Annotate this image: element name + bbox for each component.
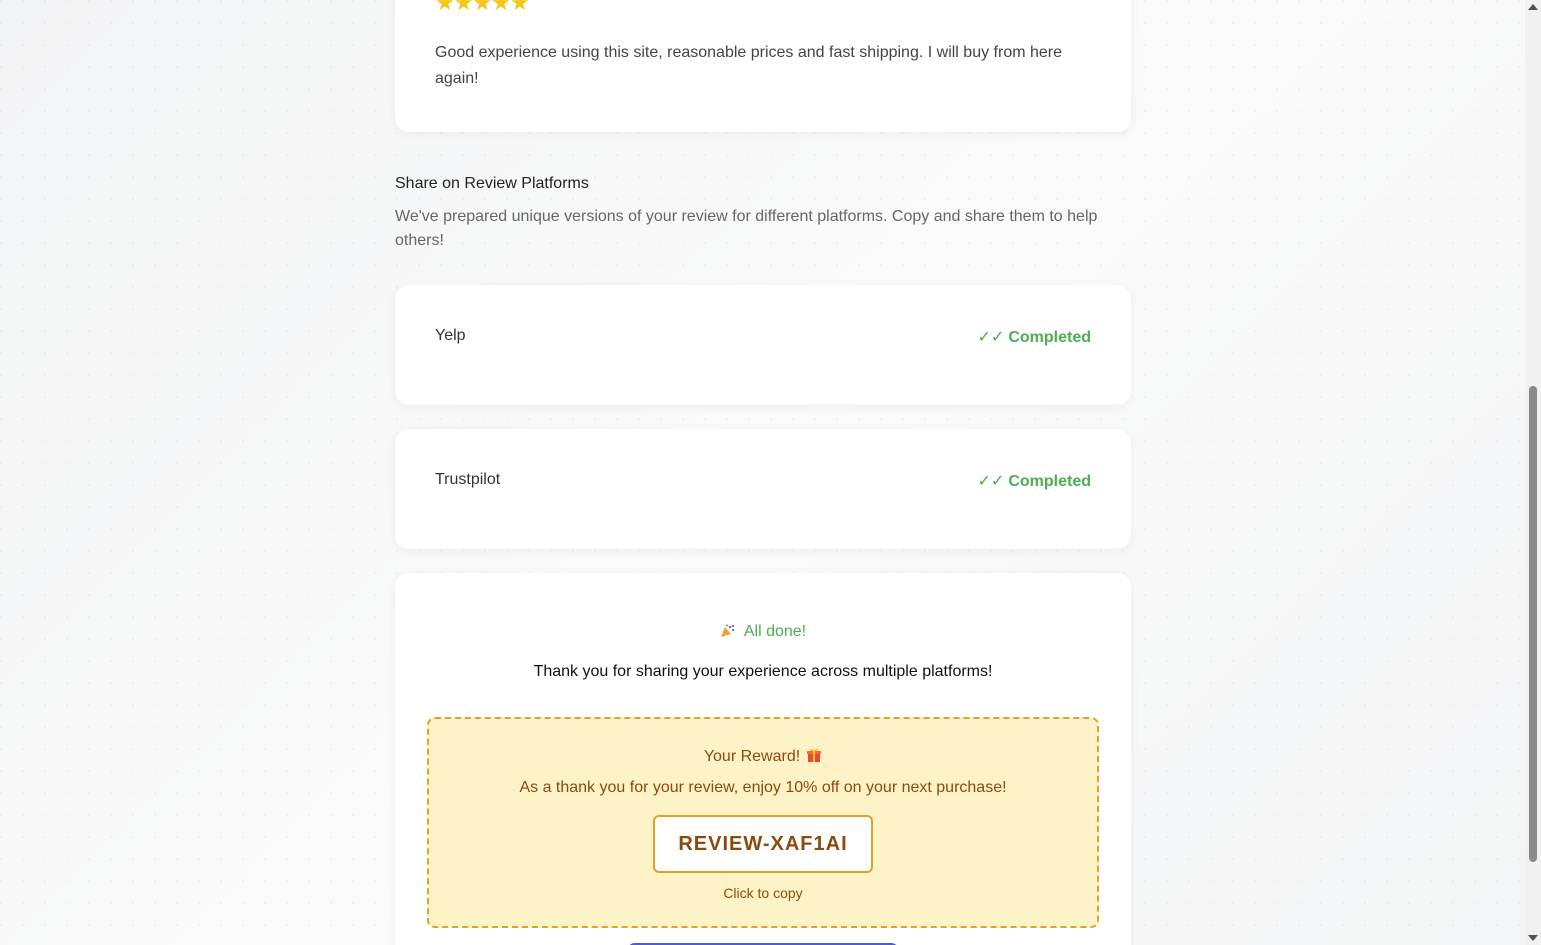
vertical-scrollbar[interactable] [1525,0,1541,945]
platform-status-completed: ✓✓ Completed [978,327,1091,347]
scroll-up-arrow-icon[interactable] [1528,4,1538,10]
platform-status-completed: ✓✓ Completed [978,471,1091,491]
all-done-label: All done! [743,623,807,640]
share-section-description: We've prepared unique versions of your r… [395,208,1098,249]
reward-box: Your Reward! As a thank you for your rev… [427,717,1099,928]
scrollbar-thumb[interactable] [1529,386,1537,862]
review-text: Good experience using this site, reasona… [435,44,1063,87]
copy-hint: Click to copy [723,885,803,901]
reward-description: As a thank you for your review, enjoy 10… [519,779,1007,796]
review-card: ★★★★★ Good experience using this site, r… [395,0,1131,132]
coupon-code-button[interactable]: REVIEW-XAF1AI [653,815,873,873]
double-check-icon: ✓✓ [977,473,1005,490]
page-viewport: ★★★★★ Good experience using this site, r… [0,0,1525,945]
status-label: Completed [1008,473,1091,490]
scroll-down-arrow-icon[interactable] [1528,935,1538,941]
platform-name: Yelp [435,327,466,344]
completion-card: All done! Thank you for sharing your exp… [395,573,1131,945]
status-label: Completed [1008,329,1091,346]
share-section-title: Share on Review Platforms [395,175,589,192]
star-rating: ★★★★★ [435,0,530,15]
platform-name: Trustpilot [435,471,501,488]
reward-title: Your Reward! [429,747,1097,766]
gift-icon [807,748,822,762]
platform-card-yelp[interactable]: Yelp ✓✓ Completed [395,285,1131,405]
party-popper-icon [720,624,734,637]
all-done-heading: All done! [395,623,1131,641]
thank-you-message: Thank you for sharing your experience ac… [533,663,993,680]
reward-title-label: Your Reward! [703,748,801,765]
double-check-icon: ✓✓ [977,329,1005,346]
platform-card-trustpilot[interactable]: Trustpilot ✓✓ Completed [395,429,1131,549]
